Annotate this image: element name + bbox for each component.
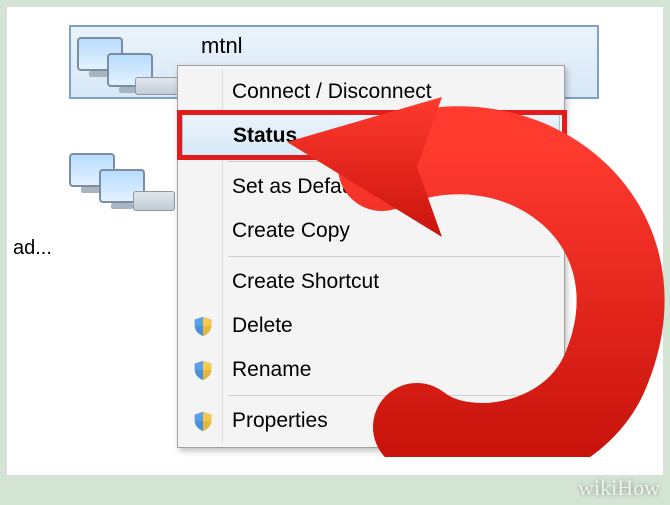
menu-item-label: Set as Default [232, 175, 364, 199]
menu-separator [228, 256, 560, 257]
context-menu: Connect / Disconnect Status Set as Default… [177, 65, 565, 448]
menu-item-delete[interactable]: Delete [180, 304, 562, 348]
menu-item-create-copy[interactable]: Create Copy [180, 209, 562, 253]
menu-item-status[interactable]: Status [182, 114, 560, 158]
menu-separator [228, 395, 560, 396]
menu-item-properties[interactable]: Properties [180, 399, 562, 443]
uac-shield-icon [192, 314, 214, 338]
truncated-label: ad... [13, 237, 52, 260]
menu-item-label: Create Copy [232, 219, 350, 243]
menu-item-label: Create Shortcut [232, 270, 379, 294]
network-icon [77, 31, 187, 99]
watermark: wikiHow [578, 475, 660, 501]
connection-item[interactable] [69, 147, 179, 227]
uac-shield-icon [192, 409, 214, 433]
menu-item-label: Rename [232, 358, 311, 382]
menu-item-connect-disconnect[interactable]: Connect / Disconnect [180, 70, 562, 114]
menu-item-label: Connect / Disconnect [232, 80, 432, 104]
uac-shield-icon [192, 358, 214, 382]
menu-item-label: Status [233, 124, 297, 148]
menu-item-set-as-default[interactable]: Set as Default [180, 165, 562, 209]
menu-item-rename[interactable]: Rename [180, 348, 562, 392]
network-icon [69, 147, 179, 215]
menu-item-create-shortcut[interactable]: Create Shortcut [180, 260, 562, 304]
window-content: mtnl ad... Connect / Disconnect Status Set… [6, 6, 664, 476]
menu-separator [228, 161, 560, 162]
connection-name: mtnl [201, 31, 243, 59]
menu-item-label: Delete [232, 314, 293, 338]
menu-item-label: Properties [232, 409, 328, 433]
